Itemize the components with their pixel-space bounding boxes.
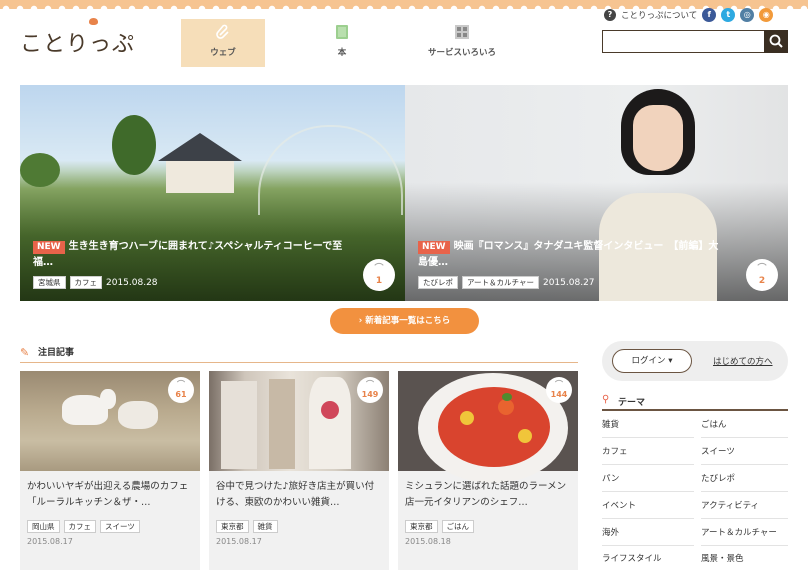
- search-button[interactable]: [764, 30, 788, 53]
- theme-heading: ⚲ テーマ: [602, 394, 788, 411]
- logo-text: ことりっぷ: [20, 32, 136, 57]
- tab-web[interactable]: ウェブ: [181, 19, 265, 67]
- theme-item[interactable]: ごはん: [701, 412, 788, 438]
- featured-heading: ✎ 注目記事: [20, 345, 578, 363]
- theme-item[interactable]: カフェ: [602, 439, 694, 465]
- hero-article-2[interactable]: NEW 映画『ロマンス』タナダユキ監督インタビュー 【前編】大島優… たびレポ ア…: [405, 85, 788, 301]
- card-title: かわいいヤギが出迎える農場のカフェ「ルーラルキッチン＆ザ・…: [27, 481, 189, 508]
- bird-icon: ✎: [20, 346, 30, 359]
- tag[interactable]: スイーツ: [100, 520, 140, 533]
- theme-item[interactable]: 雑貨: [602, 412, 694, 438]
- tag[interactable]: ごはん: [441, 520, 474, 533]
- header-utility: ? ことりっぷについて f t ◎ ◉: [604, 8, 774, 22]
- twitter-icon[interactable]: t: [721, 8, 736, 22]
- theme-item[interactable]: アート＆カルチャー: [701, 520, 788, 546]
- paperclip-icon: ⌒: [757, 264, 767, 274]
- article-date: 2015.08.27: [542, 277, 595, 288]
- tag[interactable]: アート＆カルチャー: [462, 276, 539, 289]
- new-articles-button[interactable]: › 新着記事一覧はこちら: [330, 308, 479, 334]
- login-panel: ログイン ▾ はじめての方へ: [602, 341, 788, 381]
- clip-count-badge[interactable]: ⌒ 2: [746, 259, 778, 291]
- paperclip-icon: ⌒: [366, 380, 374, 389]
- tag[interactable]: 岡山県: [27, 520, 60, 533]
- theme-item[interactable]: アクティビティ: [701, 493, 788, 519]
- article-date: 2015.08.28: [106, 277, 158, 288]
- search-icon: [769, 34, 783, 48]
- facebook-icon[interactable]: f: [702, 8, 717, 22]
- theme-item[interactable]: 海外: [602, 520, 694, 546]
- hero-caption: NEW 生き生き育つハーブに囲まれて♪スペシャルティコーヒーで至福… 宮城県 カフ…: [33, 239, 345, 289]
- paperclip-icon: ⌒: [177, 380, 185, 389]
- first-time-link[interactable]: はじめての方へ: [713, 355, 773, 367]
- tag[interactable]: 東京都: [405, 520, 438, 533]
- tab-services[interactable]: サービスいろいろ: [420, 19, 504, 67]
- paperclip-icon: ⌒: [374, 264, 384, 274]
- rss-icon[interactable]: ◉: [759, 8, 774, 22]
- new-badge: NEW: [418, 241, 450, 254]
- featured-card[interactable]: ⌒ 149 谷中で見つけた♪旅好き店主が買い付ける、東欧のかわいい雑貨… 東京都 …: [209, 371, 389, 570]
- tag[interactable]: たびレポ: [418, 276, 458, 289]
- tag[interactable]: 宮城県: [33, 276, 66, 289]
- question-icon: ?: [604, 9, 616, 21]
- theme-item[interactable]: 風景・景色: [701, 546, 788, 570]
- search-icon: ⚲: [602, 394, 610, 405]
- clip-count-badge[interactable]: ⌒ 144: [546, 377, 572, 403]
- theme-item[interactable]: パン: [602, 466, 694, 492]
- theme-item[interactable]: イベント: [602, 493, 694, 519]
- bird-icon: [89, 18, 98, 25]
- article-date: 2015.08.18: [405, 537, 451, 546]
- tab-book-label: 本: [337, 48, 347, 58]
- instagram-icon[interactable]: ◎: [740, 8, 755, 22]
- login-button[interactable]: ログイン ▾: [612, 349, 692, 373]
- article-date: 2015.08.17: [216, 537, 262, 546]
- theme-item[interactable]: スイーツ: [701, 439, 788, 465]
- about-link[interactable]: ことりっぷについて: [621, 9, 697, 21]
- hero-tree: [20, 153, 60, 187]
- new-badge: NEW: [33, 241, 65, 254]
- hero-title: NEW 映画『ロマンス』タナダユキ監督インタビュー 【前編】大島優…: [418, 241, 719, 268]
- hero-caption: NEW 映画『ロマンス』タナダユキ監督インタビュー 【前編】大島優… たびレポ ア…: [418, 239, 728, 289]
- hero-title: NEW 生き生き育つハーブに囲まれて♪スペシャルティコーヒーで至福…: [33, 241, 343, 268]
- hero-tree: [112, 115, 156, 175]
- featured-card[interactable]: ⌒ 61 かわいいヤギが出迎える農場のカフェ「ルーラルキッチン＆ザ・… 岡山県 カ…: [20, 371, 200, 570]
- article-date: 2015.08.17: [27, 537, 73, 546]
- tag[interactable]: 東京都: [216, 520, 249, 533]
- tag[interactable]: 雑貨: [252, 520, 278, 533]
- hero-article-1[interactable]: NEW 生き生き育つハーブに囲まれて♪スペシャルティコーヒーで至福… 宮城県 カフ…: [20, 85, 405, 301]
- hero-house: [158, 133, 243, 193]
- theme-item[interactable]: たびレポ: [701, 466, 788, 492]
- paperclip-icon: [216, 24, 229, 39]
- clip-count-badge[interactable]: ⌒ 149: [357, 377, 383, 403]
- book-icon: [336, 25, 348, 39]
- card-title: ミシュランに選ばれた話題のラーメン店一元イタリアンのシェフ…: [405, 481, 567, 508]
- search-input[interactable]: [602, 30, 764, 53]
- tab-services-label: サービスいろいろ: [427, 48, 496, 58]
- tag[interactable]: カフェ: [63, 520, 96, 533]
- grid-icon: [455, 25, 469, 39]
- featured-card[interactable]: ⌒ 144 ミシュランに選ばれた話題のラーメン店一元イタリアンのシェフ… 東京都 …: [398, 371, 578, 570]
- site-logo[interactable]: ことりっぷ: [20, 18, 136, 58]
- paperclip-icon: ⌒: [555, 380, 563, 389]
- theme-item[interactable]: ライフスタイル: [602, 546, 694, 570]
- hero-greenhouse: [258, 125, 403, 215]
- tab-book[interactable]: 本: [300, 19, 384, 67]
- clip-count-badge[interactable]: ⌒ 1: [363, 259, 395, 291]
- tab-web-label: ウェブ: [210, 48, 236, 58]
- card-title: 谷中で見つけた♪旅好き店主が買い付ける、東欧のかわいい雑貨…: [216, 481, 375, 508]
- tag[interactable]: カフェ: [69, 276, 102, 289]
- clip-count-badge[interactable]: ⌒ 61: [168, 377, 194, 403]
